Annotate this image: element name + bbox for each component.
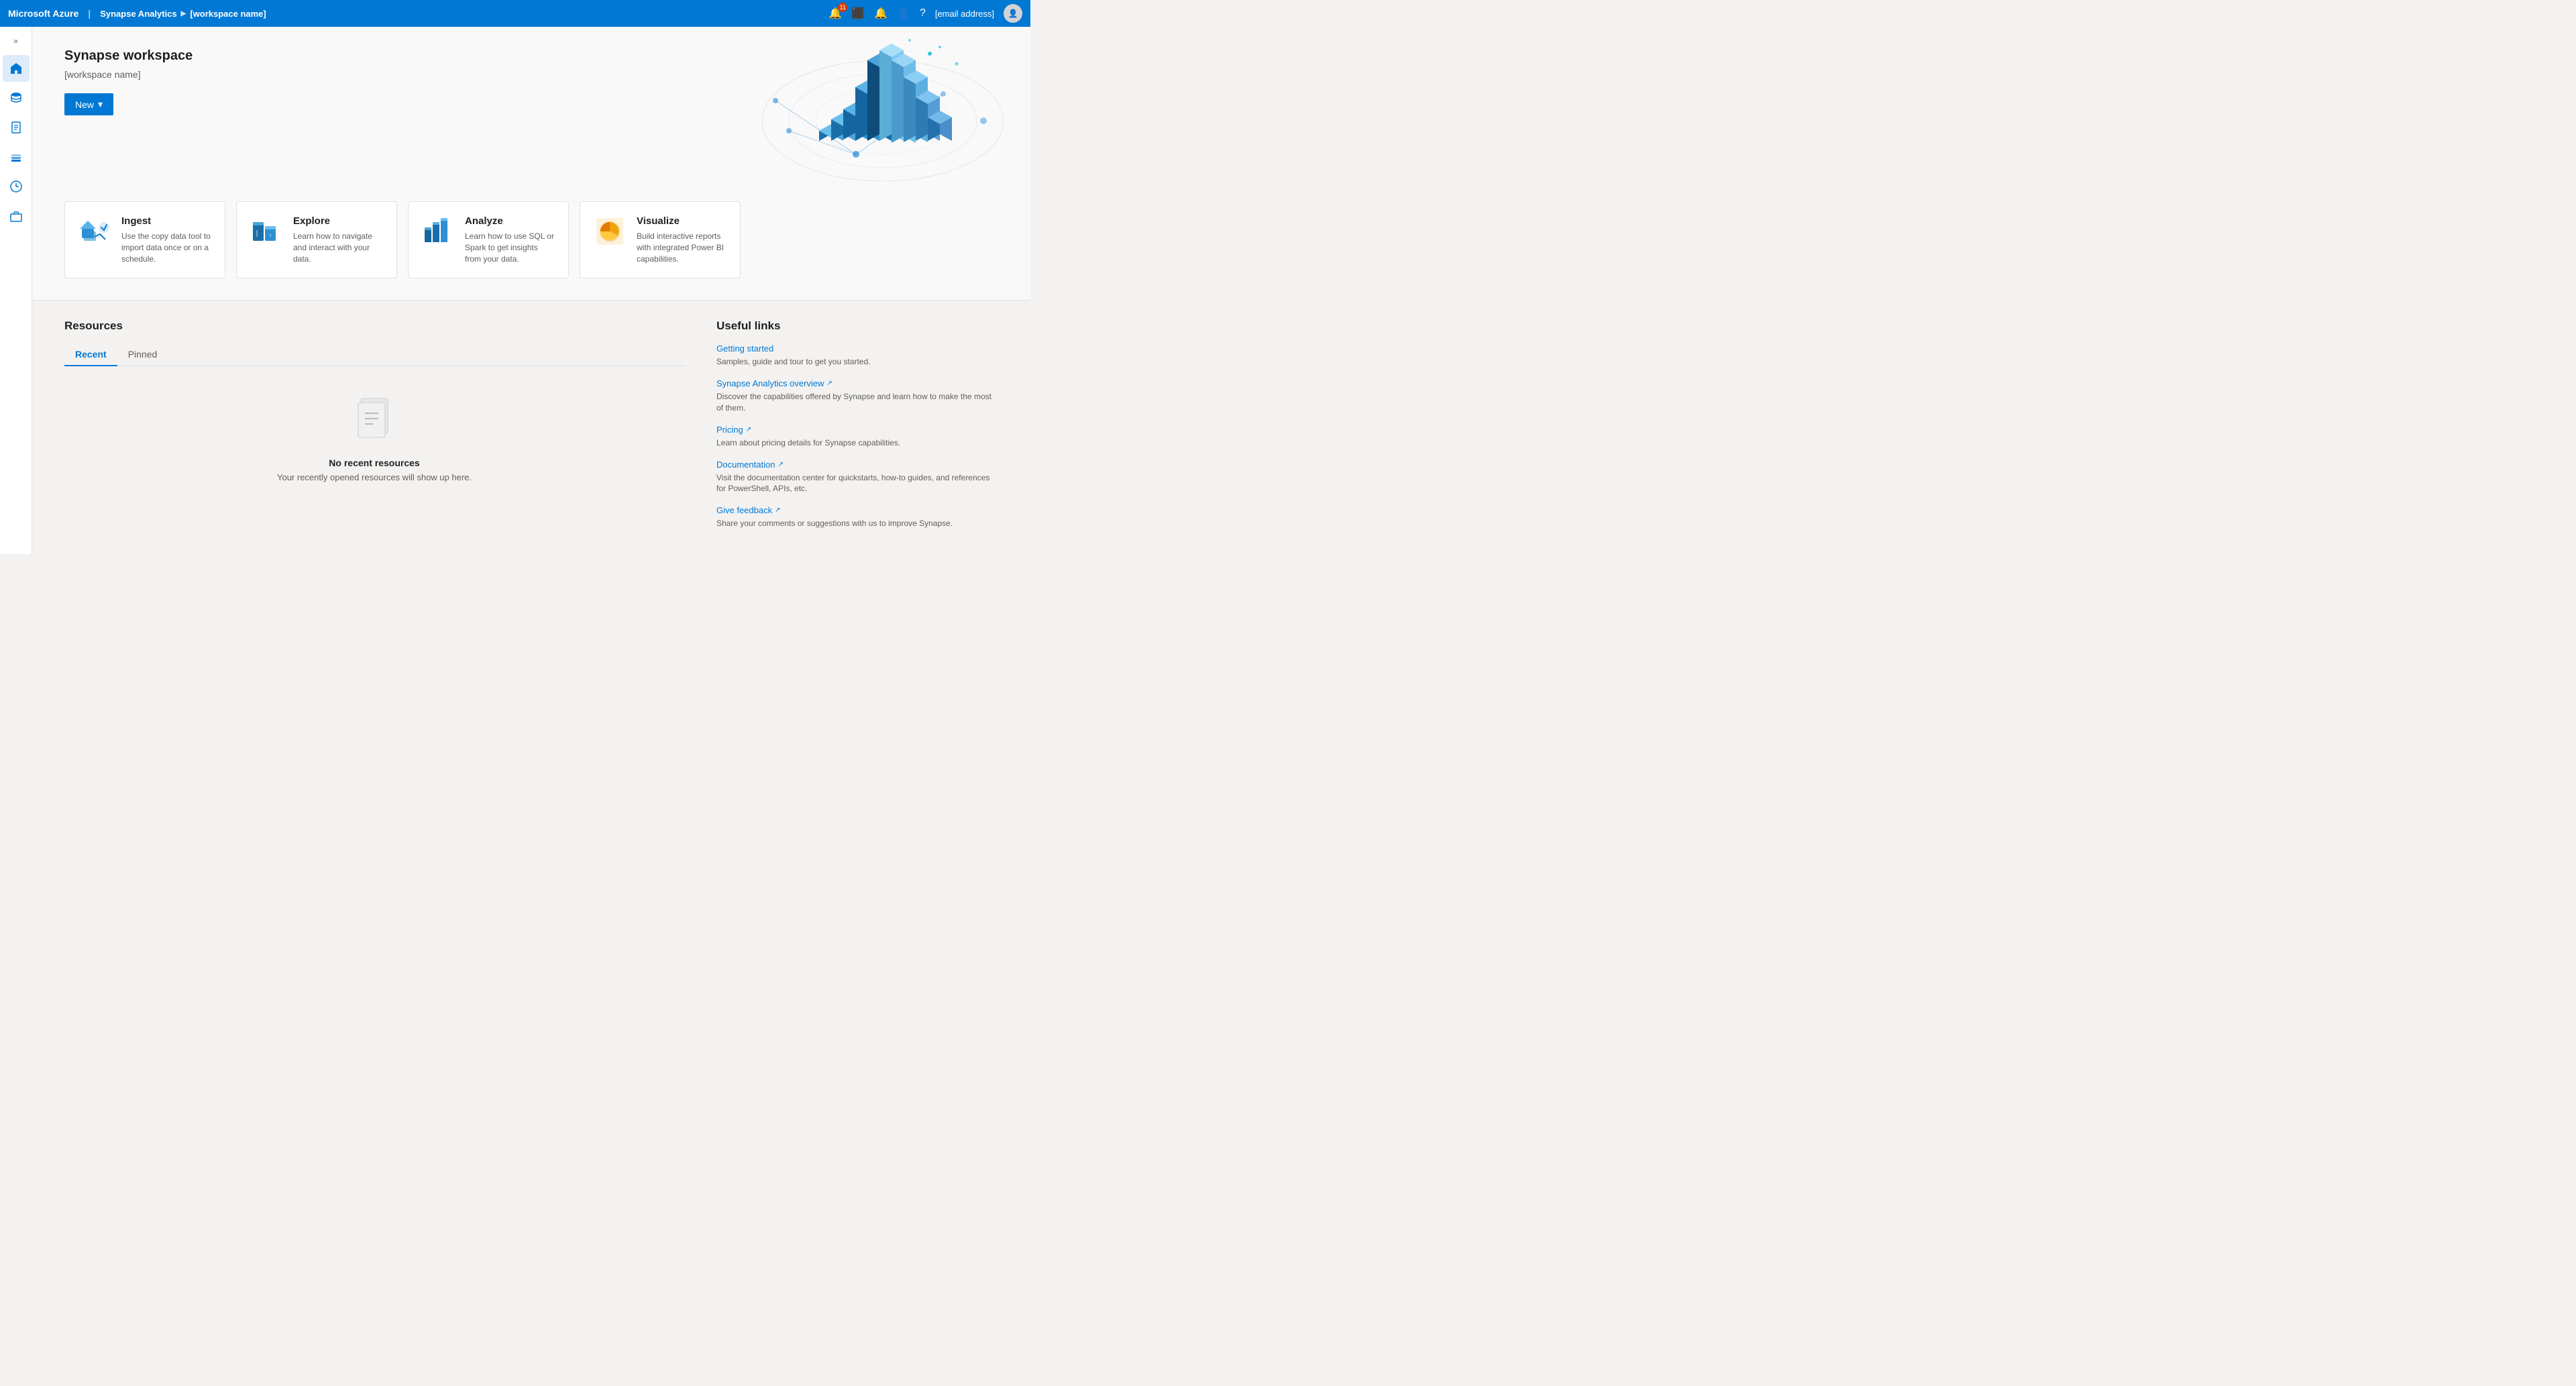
empty-desc: Your recently opened resources will show… (277, 472, 472, 482)
sidebar-item-database[interactable] (3, 85, 30, 111)
external-icon-1: ↗ (826, 380, 832, 387)
email-display: [email address] (935, 9, 994, 19)
visualize-card-title: Visualize (637, 215, 727, 227)
explore-card-desc: Learn how to navigate and interact with … (293, 231, 383, 264)
sidebar: » (0, 27, 32, 554)
sidebar-item-home[interactable] (3, 55, 30, 82)
sidebar-item-develop[interactable] (3, 114, 30, 141)
briefcase-icon (9, 209, 23, 223)
explore-icon (250, 215, 282, 248)
visualize-icon (594, 215, 626, 248)
getting-started-link[interactable]: Getting started (716, 343, 998, 354)
feedback-icon[interactable]: ⬛ (851, 7, 865, 20)
content-area: Synapse workspace [workspace name] New ▾ (32, 27, 1030, 554)
getting-started-label: Getting started (716, 343, 773, 354)
analytics-overview-label: Synapse Analytics overview (716, 378, 824, 388)
documentation-desc: Visit the documentation center for quick… (716, 472, 998, 495)
give-feedback-desc: Share your comments or suggestions with … (716, 518, 998, 529)
new-button-chevron: ▾ (98, 99, 103, 110)
topbar: Microsoft Azure | Synapse Analytics ▶ [w… (0, 0, 1030, 27)
new-button-label: New (75, 99, 94, 110)
breadcrumb: Synapse Analytics ▶ [workspace name] (100, 9, 266, 19)
cards-section: Ingest Use the copy data tool to import … (32, 201, 1030, 300)
chart-svg (722, 34, 1004, 181)
analyze-card-desc: Learn how to use SQL or Spark to get ins… (465, 231, 555, 264)
visualize-card-content: Visualize Build interactive reports with… (637, 215, 727, 264)
explore-card[interactable]: Explore Learn how to navigate and intera… (236, 201, 397, 278)
bell-icon[interactable]: 🔔 (874, 7, 888, 20)
main-layout: » (0, 27, 1030, 554)
analyze-icon (422, 215, 454, 248)
getting-started-desc: Samples, guide and tour to get you start… (716, 356, 998, 368)
brand-name: Microsoft Azure (8, 8, 78, 19)
resources-section: Resources Recent Pinned No recent resour… (32, 300, 1030, 554)
pricing-link[interactable]: Pricing ↗ (716, 425, 998, 435)
empty-state: No recent resources Your recently opened… (64, 366, 684, 509)
documentation-link[interactable]: Documentation ↗ (716, 460, 998, 470)
resources-title: Resources (64, 319, 684, 333)
useful-links-title: Useful links (716, 319, 998, 333)
topbar-right: 🔔 11 ⬛ 🔔 👤 ? [email address] 👤 (828, 4, 1022, 23)
resources-left: Resources Recent Pinned No recent resour… (64, 319, 684, 540)
notification-badge: 11 (838, 3, 847, 12)
explore-card-title: Explore (293, 215, 383, 227)
ingest-card-desc: Use the copy data tool to import data on… (121, 231, 211, 264)
link-group-0: Getting started Samples, guide and tour … (716, 343, 998, 368)
external-icon-4: ↗ (775, 507, 780, 514)
pricing-label: Pricing (716, 425, 743, 435)
external-icon-3: ↗ (777, 461, 783, 468)
avatar[interactable]: 👤 (1004, 4, 1022, 23)
visualize-card-desc: Build interactive reports with integrate… (637, 231, 727, 264)
useful-links-section: Useful links Getting started Samples, gu… (716, 319, 998, 540)
give-feedback-label: Give feedback (716, 505, 772, 515)
user-icon[interactable]: 👤 (897, 7, 910, 20)
ingest-card-content: Ingest Use the copy data tool to import … (121, 215, 211, 264)
analyze-card[interactable]: Analyze Learn how to use SQL or Spark to… (408, 201, 569, 278)
hero-illustration (722, 34, 1004, 181)
link-group-1: Synapse Analytics overview ↗ Discover th… (716, 378, 998, 414)
brand: Microsoft Azure | Synapse Analytics ▶ [w… (8, 8, 266, 19)
tab-recent[interactable]: Recent (64, 343, 117, 366)
breadcrumb-arrow: ▶ (181, 10, 186, 17)
analytics-overview-link[interactable]: Synapse Analytics overview ↗ (716, 378, 998, 388)
new-button[interactable]: New ▾ (64, 93, 113, 115)
ingest-card[interactable]: Ingest Use the copy data tool to import … (64, 201, 225, 278)
service-name: Synapse Analytics (100, 9, 176, 19)
ingest-card-title: Ingest (121, 215, 211, 227)
analytics-overview-desc: Discover the capabilities offered by Syn… (716, 391, 998, 414)
explore-card-content: Explore Learn how to navigate and intera… (293, 215, 383, 264)
external-icon-2: ↗ (746, 426, 751, 433)
pricing-desc: Learn about pricing details for Synapse … (716, 437, 998, 449)
link-group-3: Documentation ↗ Visit the documentation … (716, 460, 998, 495)
workspace-name: [workspace name] (190, 9, 266, 19)
monitor-icon (9, 180, 23, 193)
sidebar-item-integrate[interactable] (3, 144, 30, 170)
analyze-card-title: Analyze (465, 215, 555, 227)
link-group-2: Pricing ↗ Learn about pricing details fo… (716, 425, 998, 449)
resources-tabs: Recent Pinned (64, 343, 684, 366)
sidebar-item-manage[interactable] (3, 203, 30, 229)
notifications-icon[interactable]: 🔔 11 (828, 7, 842, 20)
empty-title: No recent resources (329, 458, 419, 468)
analyze-card-content: Analyze Learn how to use SQL or Spark to… (465, 215, 555, 264)
empty-state-icon (353, 393, 396, 447)
help-icon[interactable]: ? (920, 7, 926, 19)
hero-section: Synapse workspace [workspace name] New ▾ (32, 27, 1030, 201)
ingest-icon (78, 215, 111, 248)
home-icon (9, 62, 23, 75)
tab-pinned[interactable]: Pinned (117, 343, 168, 366)
database-icon (9, 91, 23, 105)
layers-icon (9, 150, 23, 164)
visualize-card[interactable]: Visualize Build interactive reports with… (580, 201, 741, 278)
give-feedback-link[interactable]: Give feedback ↗ (716, 505, 998, 515)
sidebar-item-monitor[interactable] (3, 173, 30, 200)
sidebar-toggle[interactable]: » (9, 32, 22, 50)
link-group-4: Give feedback ↗ Share your comments or s… (716, 505, 998, 529)
document-icon (9, 121, 23, 134)
documentation-label: Documentation (716, 460, 775, 470)
